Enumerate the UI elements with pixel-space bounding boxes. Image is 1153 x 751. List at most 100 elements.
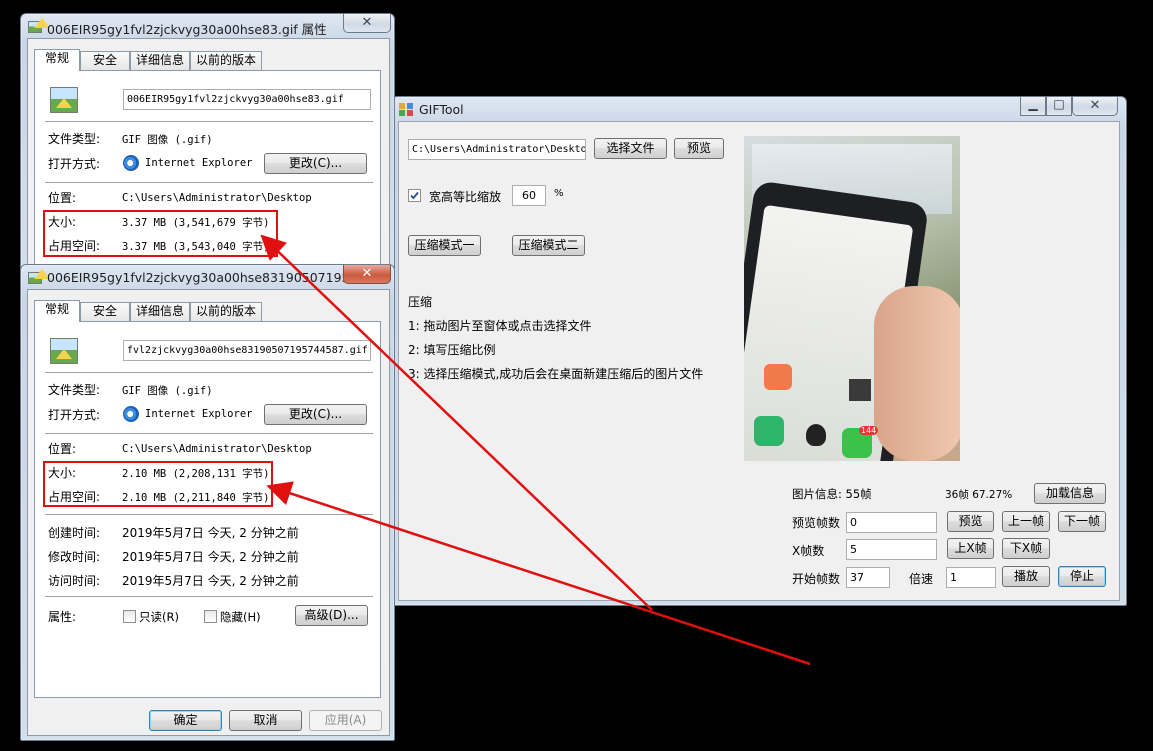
change-button[interactable]: 更改(C)... [264,404,367,425]
open-with-value: Internet Explorer [145,157,253,169]
prev-frame-button[interactable]: 上一帧 [1002,511,1050,532]
help-line-1: 1: 拖动图片至窗体或点击选择文件 [408,319,592,333]
speed-label: 倍速 [909,572,934,586]
location-value: C:\Users\Administrator\Desktop [122,192,312,204]
file-type-value: GIF 图像 (.gif) [122,134,213,146]
preview-frame-button[interactable]: 预览 [947,511,994,532]
open-with-value: Internet Explorer [145,408,253,420]
next-x-frame-button[interactable]: 下X帧 [1002,538,1050,559]
attributes-label: 属性: [48,610,77,624]
ratio-input[interactable]: 60 [512,185,546,206]
dialog2-title: 006EIR95gy1fvl2zjckvyg30a00hse8319050719… [47,270,378,285]
close-icon: ✕ [1089,98,1101,113]
accessed-label: 访问时间: [48,574,101,588]
open-with-label: 打开方式: [48,157,101,171]
divider [45,514,373,515]
open-with-label: 打开方式: [48,408,101,422]
path-input[interactable]: C:\Users\Administrator\Desktop [408,139,586,160]
file-type-value: GIF 图像 (.gif) [122,385,213,397]
next-frame-button[interactable]: 下一帧 [1058,511,1106,532]
select-file-button[interactable]: 选择文件 [594,138,667,159]
dialog1-title: 006EIR95gy1fvl2zjckvyg30a00hse83.gif 属性 [47,22,327,37]
compress-mode2-button[interactable]: 压缩模式二 [512,235,585,256]
hidden-label: 隐藏(H) [220,610,261,624]
divider [45,182,373,183]
gif-file-icon [50,87,78,113]
close-icon: ✕ [361,266,373,281]
maximize-button[interactable]: □ [1046,97,1072,116]
tab-general[interactable]: 常规 [34,49,80,71]
gif-file-icon [28,269,50,284]
giftool-window: GIFTool ▁ □ ✕ C:\Users\Administrator\Des… [391,96,1127,606]
dialog2-panel: fvl2zjckvyg30a00hse83190507195744587.gif… [34,321,381,698]
modified-value: 2019年5月7日 今天, 2 分钟之前 [122,550,299,564]
dialog1-titlebar[interactable]: 006EIR95gy1fvl2zjckvyg30a00hse83.gif 属性 … [21,14,394,40]
start-frame-label: 开始帧数 [792,572,841,586]
keep-ratio-label: 宽高等比缩放 [429,190,502,204]
preview-frame-input[interactable]: 0 [846,512,937,533]
dialog1-close-button[interactable]: ✕ [343,14,391,33]
tab-previous-versions[interactable]: 以前的版本 [190,51,262,70]
file-type-label: 文件类型: [48,383,101,397]
compress-mode1-button[interactable]: 压缩模式一 [408,235,481,256]
minimize-icon: ▁ [1028,97,1038,111]
load-info-button[interactable]: 加载信息 [1034,483,1106,504]
help-line-3: 3: 选择压缩模式,成功后会在桌面新建压缩后的图片文件 [408,367,704,381]
location-label: 位置: [48,191,77,205]
gif-file-icon [28,18,50,33]
location-label: 位置: [48,442,77,456]
giftool-client: C:\Users\Administrator\Desktop 选择文件 预览 宽… [398,121,1120,601]
preview-frame-label: 预览帧数 [792,516,841,530]
tab-general[interactable]: 常规 [34,300,80,322]
accessed-value: 2019年5月7日 今天, 2 分钟之前 [122,574,299,588]
help-line-2: 2: 填写压缩比例 [408,343,496,357]
readonly-checkbox[interactable] [123,610,136,623]
x-frame-label: X帧数 [792,544,825,558]
help-title: 压缩 [408,295,433,309]
preview-file-button[interactable]: 预览 [674,138,724,159]
giftool-titlebar[interactable]: GIFTool ▁ □ ✕ [392,97,1126,123]
divider [45,121,373,122]
ok-button[interactable]: 确定 [149,710,222,731]
speed-input[interactable]: 1 [946,567,996,588]
stop-button[interactable]: 停止 [1058,566,1106,587]
tab-details[interactable]: 详细信息 [130,302,190,321]
gif-preview-image[interactable]: 144 [744,136,960,461]
location-value: C:\Users\Administrator\Desktop [122,443,312,455]
x-frame-input[interactable]: 5 [846,539,937,560]
cancel-button[interactable]: 取消 [229,710,302,731]
tab-previous-versions[interactable]: 以前的版本 [190,302,262,321]
highlight-box-1 [43,210,278,257]
window-title: GIFTool [419,102,464,117]
hidden-checkbox[interactable] [204,610,217,623]
minimize-button[interactable]: ▁ [1020,97,1046,116]
advanced-button[interactable]: 高级(D)... [295,605,368,626]
play-button[interactable]: 播放 [1002,566,1050,587]
tab-security[interactable]: 安全 [80,51,130,70]
filename-input[interactable]: fvl2zjckvyg30a00hse83190507195744587.gif [123,340,371,361]
percent-label: % [554,188,564,199]
modified-label: 修改时间: [48,550,101,564]
divider [45,433,373,434]
start-frame-input[interactable]: 37 [846,567,890,588]
internet-explorer-icon [123,406,139,422]
dialog2-close-button[interactable]: ✕ [343,265,391,284]
close-button[interactable]: ✕ [1072,97,1118,116]
keep-ratio-checkbox[interactable] [408,189,421,202]
readonly-label: 只读(R) [139,610,179,624]
change-button[interactable]: 更改(C)... [264,153,367,174]
dialog2-titlebar[interactable]: 006EIR95gy1fvl2zjckvyg30a00hse8319050719… [21,265,394,291]
apply-button[interactable]: 应用(A) [309,710,382,731]
close-icon: ✕ [361,15,373,30]
tab-details[interactable]: 详细信息 [130,51,190,70]
internet-explorer-icon [123,155,139,171]
tab-security[interactable]: 安全 [80,302,130,321]
image-info-result: 36帧 67.27% [945,489,1013,501]
image-info-label: 图片信息: 55帧 [792,487,872,501]
divider [45,596,373,597]
dialog2-client: 常规 安全 详细信息 以前的版本 fvl2zjckvyg30a00hse8319… [27,289,390,736]
highlight-box-2 [43,461,273,507]
filename-input[interactable]: 006EIR95gy1fvl2zjckvyg30a00hse83.gif [123,89,371,110]
app-icon [399,103,413,116]
prev-x-frame-button[interactable]: 上X帧 [947,538,994,559]
